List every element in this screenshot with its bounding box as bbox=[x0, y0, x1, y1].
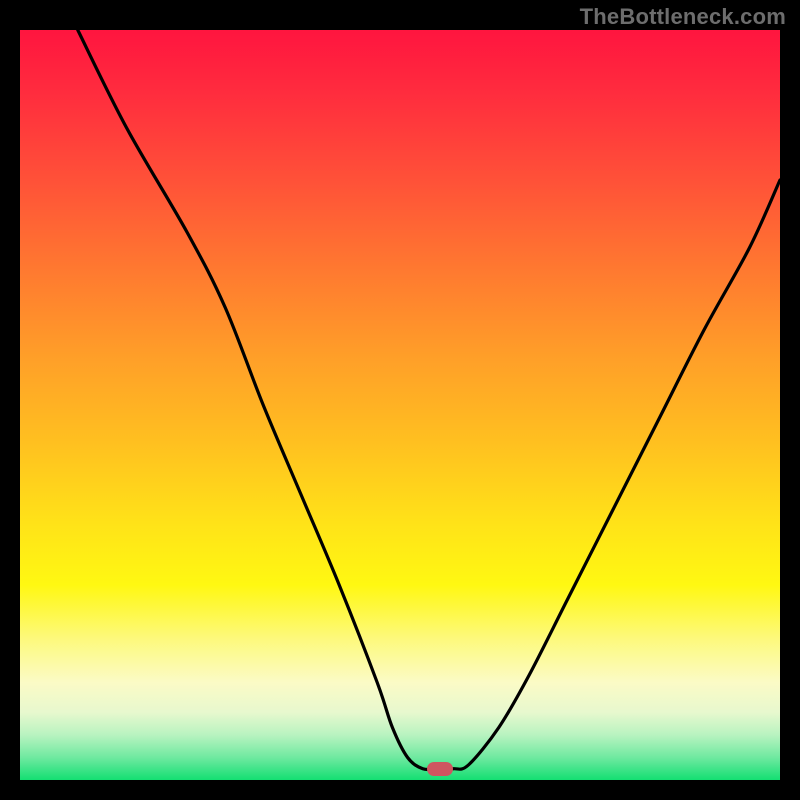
bottleneck-curve bbox=[78, 30, 780, 770]
plot-area bbox=[20, 30, 780, 780]
watermark-text: TheBottleneck.com bbox=[580, 4, 786, 30]
optimum-marker bbox=[427, 762, 453, 776]
chart-frame: TheBottleneck.com bbox=[0, 0, 800, 800]
curve-svg bbox=[20, 30, 780, 780]
